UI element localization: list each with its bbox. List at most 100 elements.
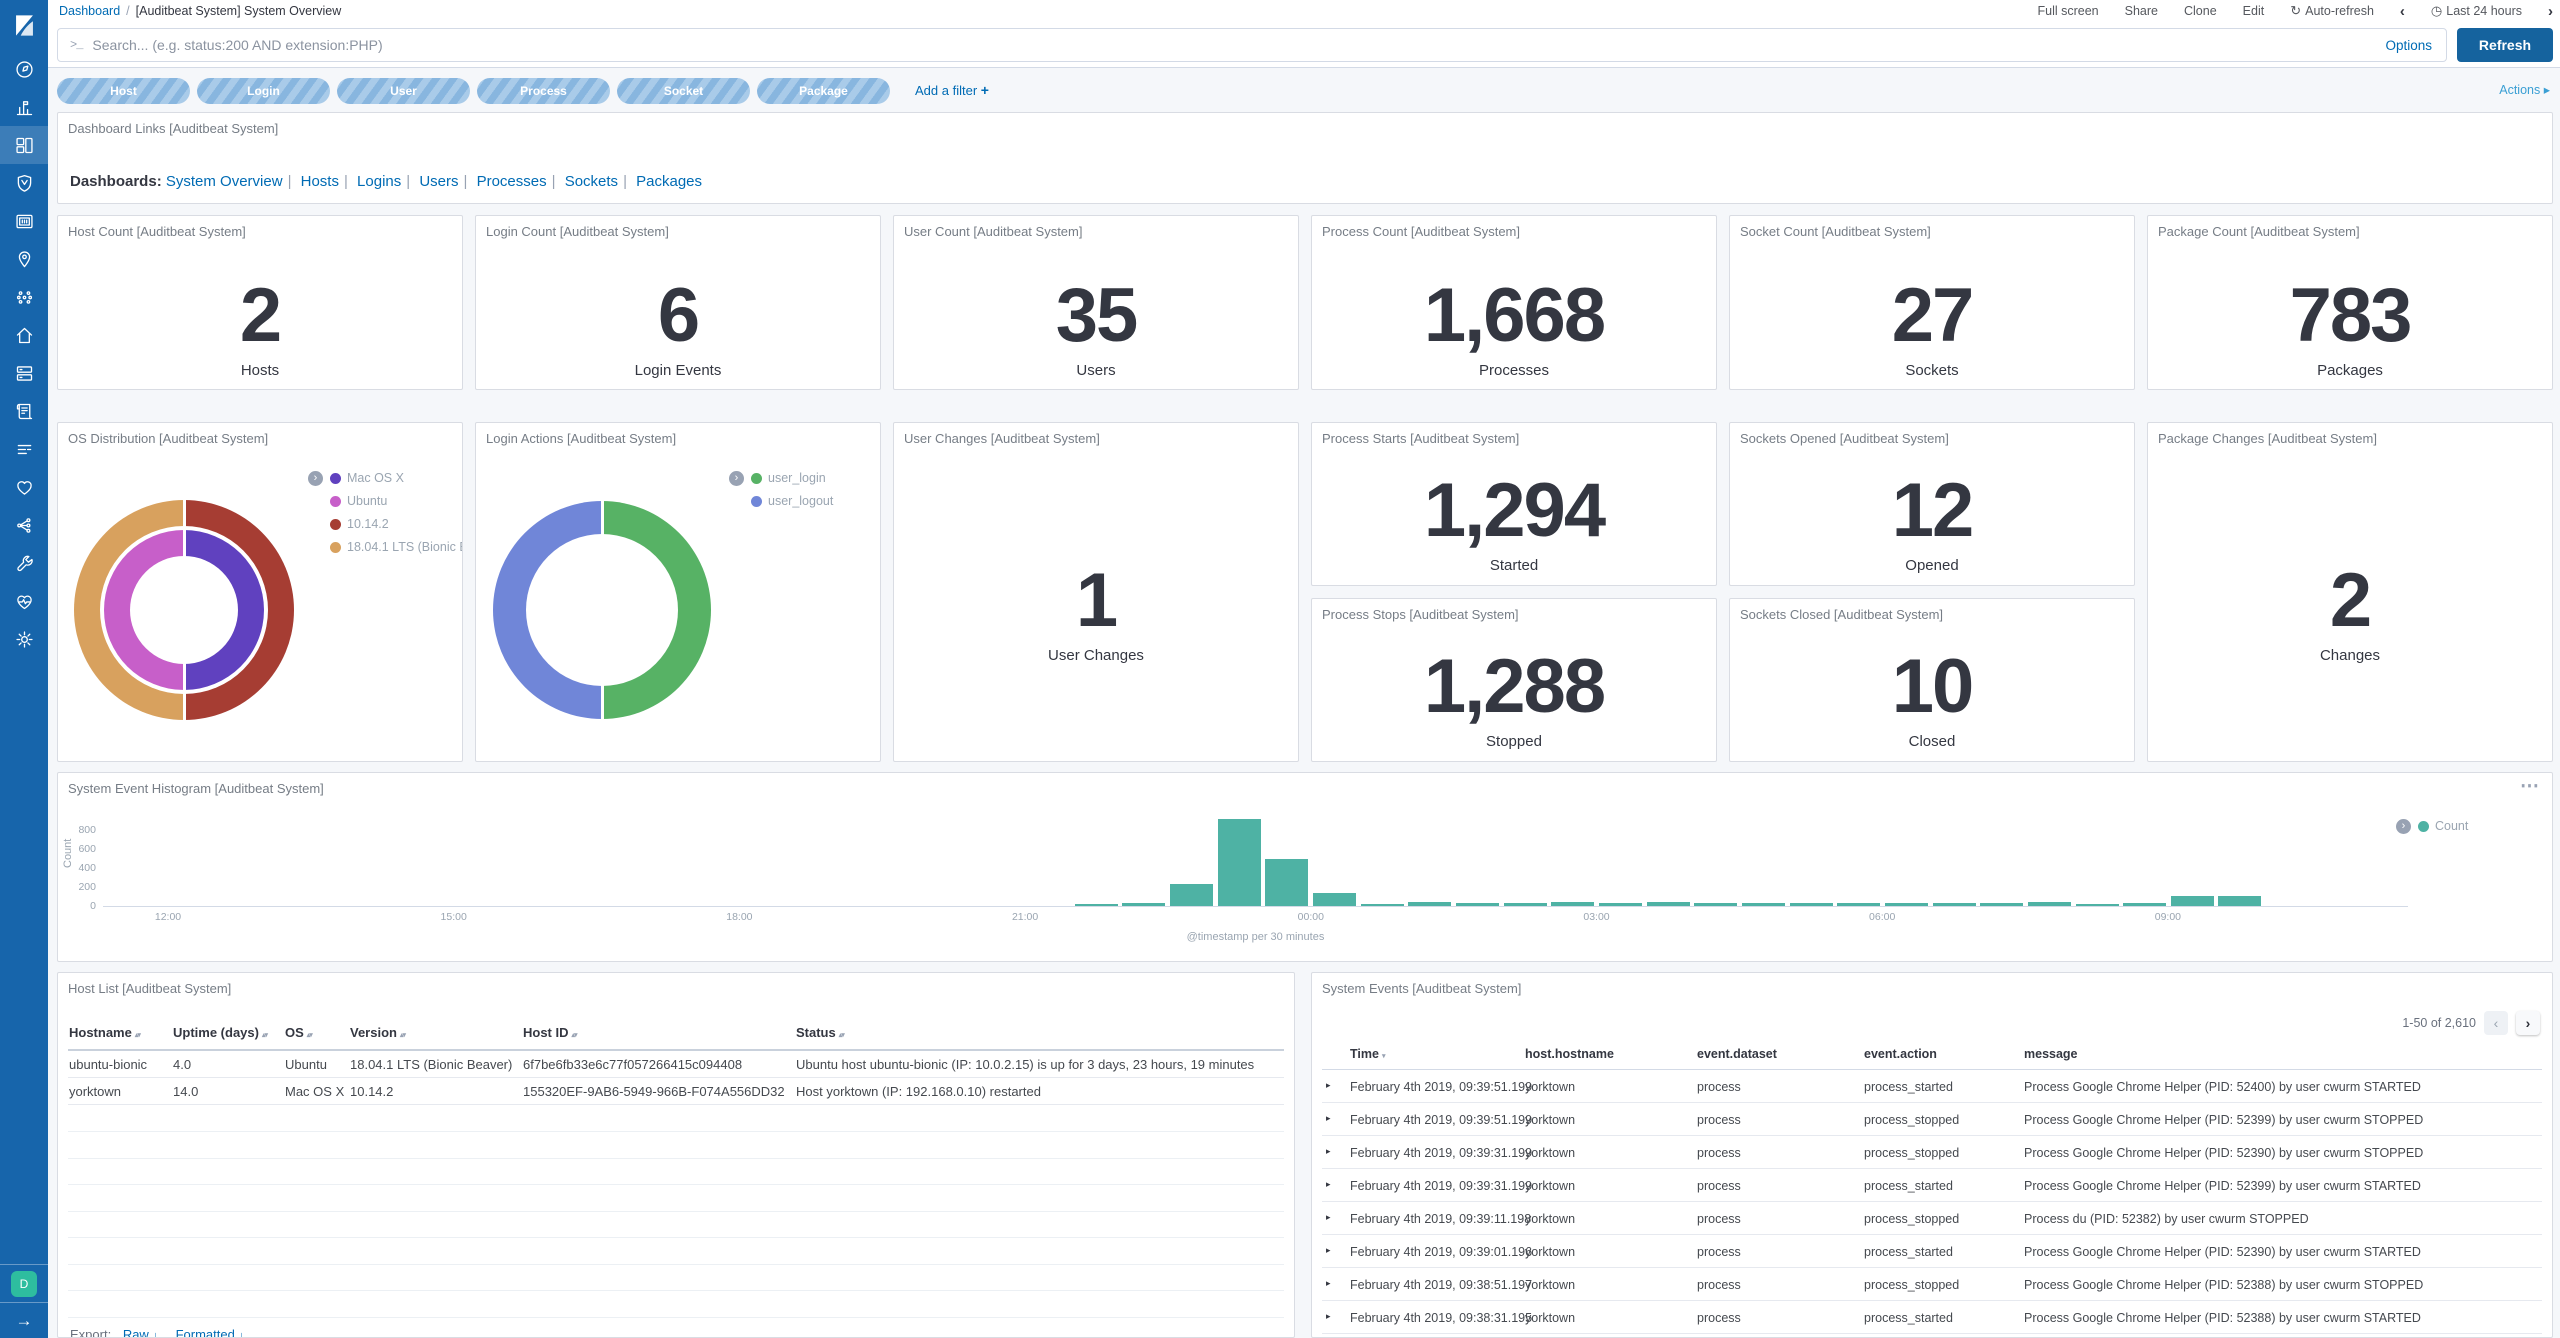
- histogram-bar[interactable]: [1647, 902, 1690, 906]
- kibana-logo-icon[interactable]: [0, 0, 48, 50]
- menu-clone[interactable]: Clone: [2184, 4, 2217, 18]
- histogram-bar[interactable]: [2123, 903, 2166, 906]
- query-options-link[interactable]: Options: [2385, 38, 2432, 53]
- histogram-bar[interactable]: [2171, 896, 2214, 906]
- auto-refresh-button[interactable]: ↻Auto-refresh: [2290, 3, 2374, 19]
- histogram-bar[interactable]: [1218, 819, 1261, 906]
- histogram-bar[interactable]: [2076, 904, 2119, 906]
- sidebar-item-canvas[interactable]: [0, 202, 48, 240]
- histogram-bar[interactable]: [1790, 903, 1833, 906]
- host-column-header[interactable]: OS▴▾: [285, 1025, 312, 1040]
- legend-item[interactable]: 18.04.1 LTS (Bionic B...: [330, 540, 463, 554]
- filter-pill-host[interactable]: Host: [57, 78, 190, 104]
- sidebar-item-discover[interactable]: [0, 50, 48, 88]
- sidebar-item-management[interactable]: [0, 620, 48, 658]
- histogram-bar[interactable]: [1837, 903, 1880, 906]
- add-filter-button[interactable]: Add a filter +: [915, 82, 989, 98]
- filter-pill-user[interactable]: User: [337, 78, 470, 104]
- histogram-bar[interactable]: [1980, 903, 2023, 906]
- event-column-header[interactable]: event.action: [1864, 1047, 1937, 1061]
- histogram-bar[interactable]: [1313, 893, 1356, 906]
- event-column-header[interactable]: message: [2024, 1047, 2078, 1061]
- histogram-bar[interactable]: [1742, 903, 1785, 906]
- sidebar-item-apm[interactable]: [0, 430, 48, 468]
- dashboard-link-users[interactable]: Users: [415, 173, 458, 190]
- dashboard-link-processes[interactable]: Processes: [472, 173, 546, 190]
- legend-toggle-icon[interactable]: ›: [2396, 819, 2411, 834]
- legend-item[interactable]: Mac OS X: [330, 471, 463, 485]
- sidebar-item-infrastructure[interactable]: [0, 316, 48, 354]
- dashboard-link-logins[interactable]: Logins: [353, 173, 401, 190]
- export-formatted-link[interactable]: Formatted: [176, 1327, 235, 1338]
- event-column-header[interactable]: host.hostname: [1525, 1047, 1614, 1061]
- histogram-bar[interactable]: [1504, 903, 1547, 906]
- space-switcher[interactable]: D: [0, 1264, 48, 1302]
- legend-toggle-icon[interactable]: ›: [308, 471, 323, 486]
- histogram-bar[interactable]: [1456, 903, 1499, 906]
- legend-item[interactable]: user_logout: [751, 494, 833, 508]
- sidebar-item-maps[interactable]: [0, 240, 48, 278]
- sidebar-item-monitoring[interactable]: [0, 582, 48, 620]
- filter-pill-package[interactable]: Package: [757, 78, 890, 104]
- expand-row-caret[interactable]: ▸: [1326, 1278, 1331, 1289]
- time-back-button[interactable]: ‹: [2400, 3, 2405, 20]
- sidebar-item-machine-learning[interactable]: [0, 278, 48, 316]
- menu-share[interactable]: Share: [2125, 4, 2158, 18]
- host-column-header[interactable]: Uptime (days)▴▾: [173, 1025, 267, 1040]
- histogram-bar[interactable]: [1075, 904, 1118, 906]
- expand-row-caret[interactable]: ▸: [1326, 1146, 1331, 1157]
- host-column-header[interactable]: Host ID▴▾: [523, 1025, 577, 1040]
- search-input[interactable]: [92, 37, 2385, 53]
- host-column-header[interactable]: Hostname▴▾: [69, 1025, 140, 1040]
- refresh-button[interactable]: Refresh: [2457, 28, 2553, 62]
- space-avatar[interactable]: D: [11, 1271, 37, 1297]
- legend-item[interactable]: Ubuntu: [330, 494, 463, 508]
- expand-row-caret[interactable]: ▸: [1326, 1311, 1331, 1322]
- histogram-bar[interactable]: [1361, 904, 1404, 906]
- event-column-header[interactable]: event.dataset: [1697, 1047, 1777, 1061]
- sidebar-item-logs[interactable]: [0, 392, 48, 430]
- time-forward-button[interactable]: ›: [2548, 3, 2553, 20]
- histogram-bar[interactable]: [1265, 859, 1308, 906]
- legend-toggle-icon[interactable]: ›: [729, 471, 744, 486]
- export-raw-link[interactable]: Raw: [123, 1327, 149, 1338]
- filter-pill-login[interactable]: Login: [197, 78, 330, 104]
- filter-pill-process[interactable]: Process: [477, 78, 610, 104]
- dashboard-link-sockets[interactable]: Sockets: [561, 173, 619, 190]
- legend-item[interactable]: Count: [2418, 819, 2468, 833]
- menu-edit[interactable]: Edit: [2243, 4, 2265, 18]
- sidebar-item-uptime[interactable]: [0, 468, 48, 506]
- os-distribution-donut-chart[interactable]: [74, 500, 294, 720]
- histogram-bar[interactable]: [1885, 903, 1928, 906]
- login-actions-donut-chart[interactable]: [493, 501, 711, 719]
- histogram-bar[interactable]: [1551, 902, 1594, 906]
- expand-row-caret[interactable]: ▸: [1326, 1179, 1331, 1190]
- legend-item[interactable]: user_login: [751, 471, 833, 485]
- expand-row-caret[interactable]: ▸: [1326, 1245, 1331, 1256]
- sidebar-item-graph[interactable]: [0, 506, 48, 544]
- dashboard-link-system-overview[interactable]: System Overview: [166, 173, 283, 190]
- histogram-bar[interactable]: [2218, 896, 2261, 906]
- event-column-header[interactable]: Time▾: [1350, 1047, 1384, 1061]
- expand-row-caret[interactable]: ▸: [1326, 1113, 1331, 1124]
- host-column-header[interactable]: Version▴▾: [350, 1025, 405, 1040]
- histogram-bar[interactable]: [1170, 884, 1213, 906]
- histogram-bar[interactable]: [1122, 903, 1165, 906]
- breadcrumb-dashboard-link[interactable]: Dashboard: [59, 4, 120, 18]
- next-page-button[interactable]: ›: [2516, 1011, 2540, 1035]
- sidebar-expand-button[interactable]: →: [0, 1302, 48, 1338]
- sidebar-item-timelion[interactable]: [0, 164, 48, 202]
- dashboard-link-hosts[interactable]: Hosts: [296, 173, 339, 190]
- sidebar-item-metrics[interactable]: [0, 354, 48, 392]
- histogram-bar[interactable]: [1933, 903, 1976, 906]
- timepicker-button[interactable]: ◷Last 24 hours: [2431, 3, 2522, 19]
- sidebar-item-dashboard[interactable]: [0, 126, 48, 164]
- host-column-header[interactable]: Status▴▾: [796, 1025, 844, 1040]
- filter-pill-socket[interactable]: Socket: [617, 78, 750, 104]
- menu-full-screen[interactable]: Full screen: [2038, 4, 2099, 18]
- histogram-bar[interactable]: [1599, 903, 1642, 906]
- sidebar-item-visualize[interactable]: [0, 88, 48, 126]
- expand-row-caret[interactable]: ▸: [1326, 1080, 1331, 1091]
- filter-actions-link[interactable]: Actions ▸: [2499, 82, 2550, 97]
- dashboard-link-packages[interactable]: Packages: [632, 173, 702, 190]
